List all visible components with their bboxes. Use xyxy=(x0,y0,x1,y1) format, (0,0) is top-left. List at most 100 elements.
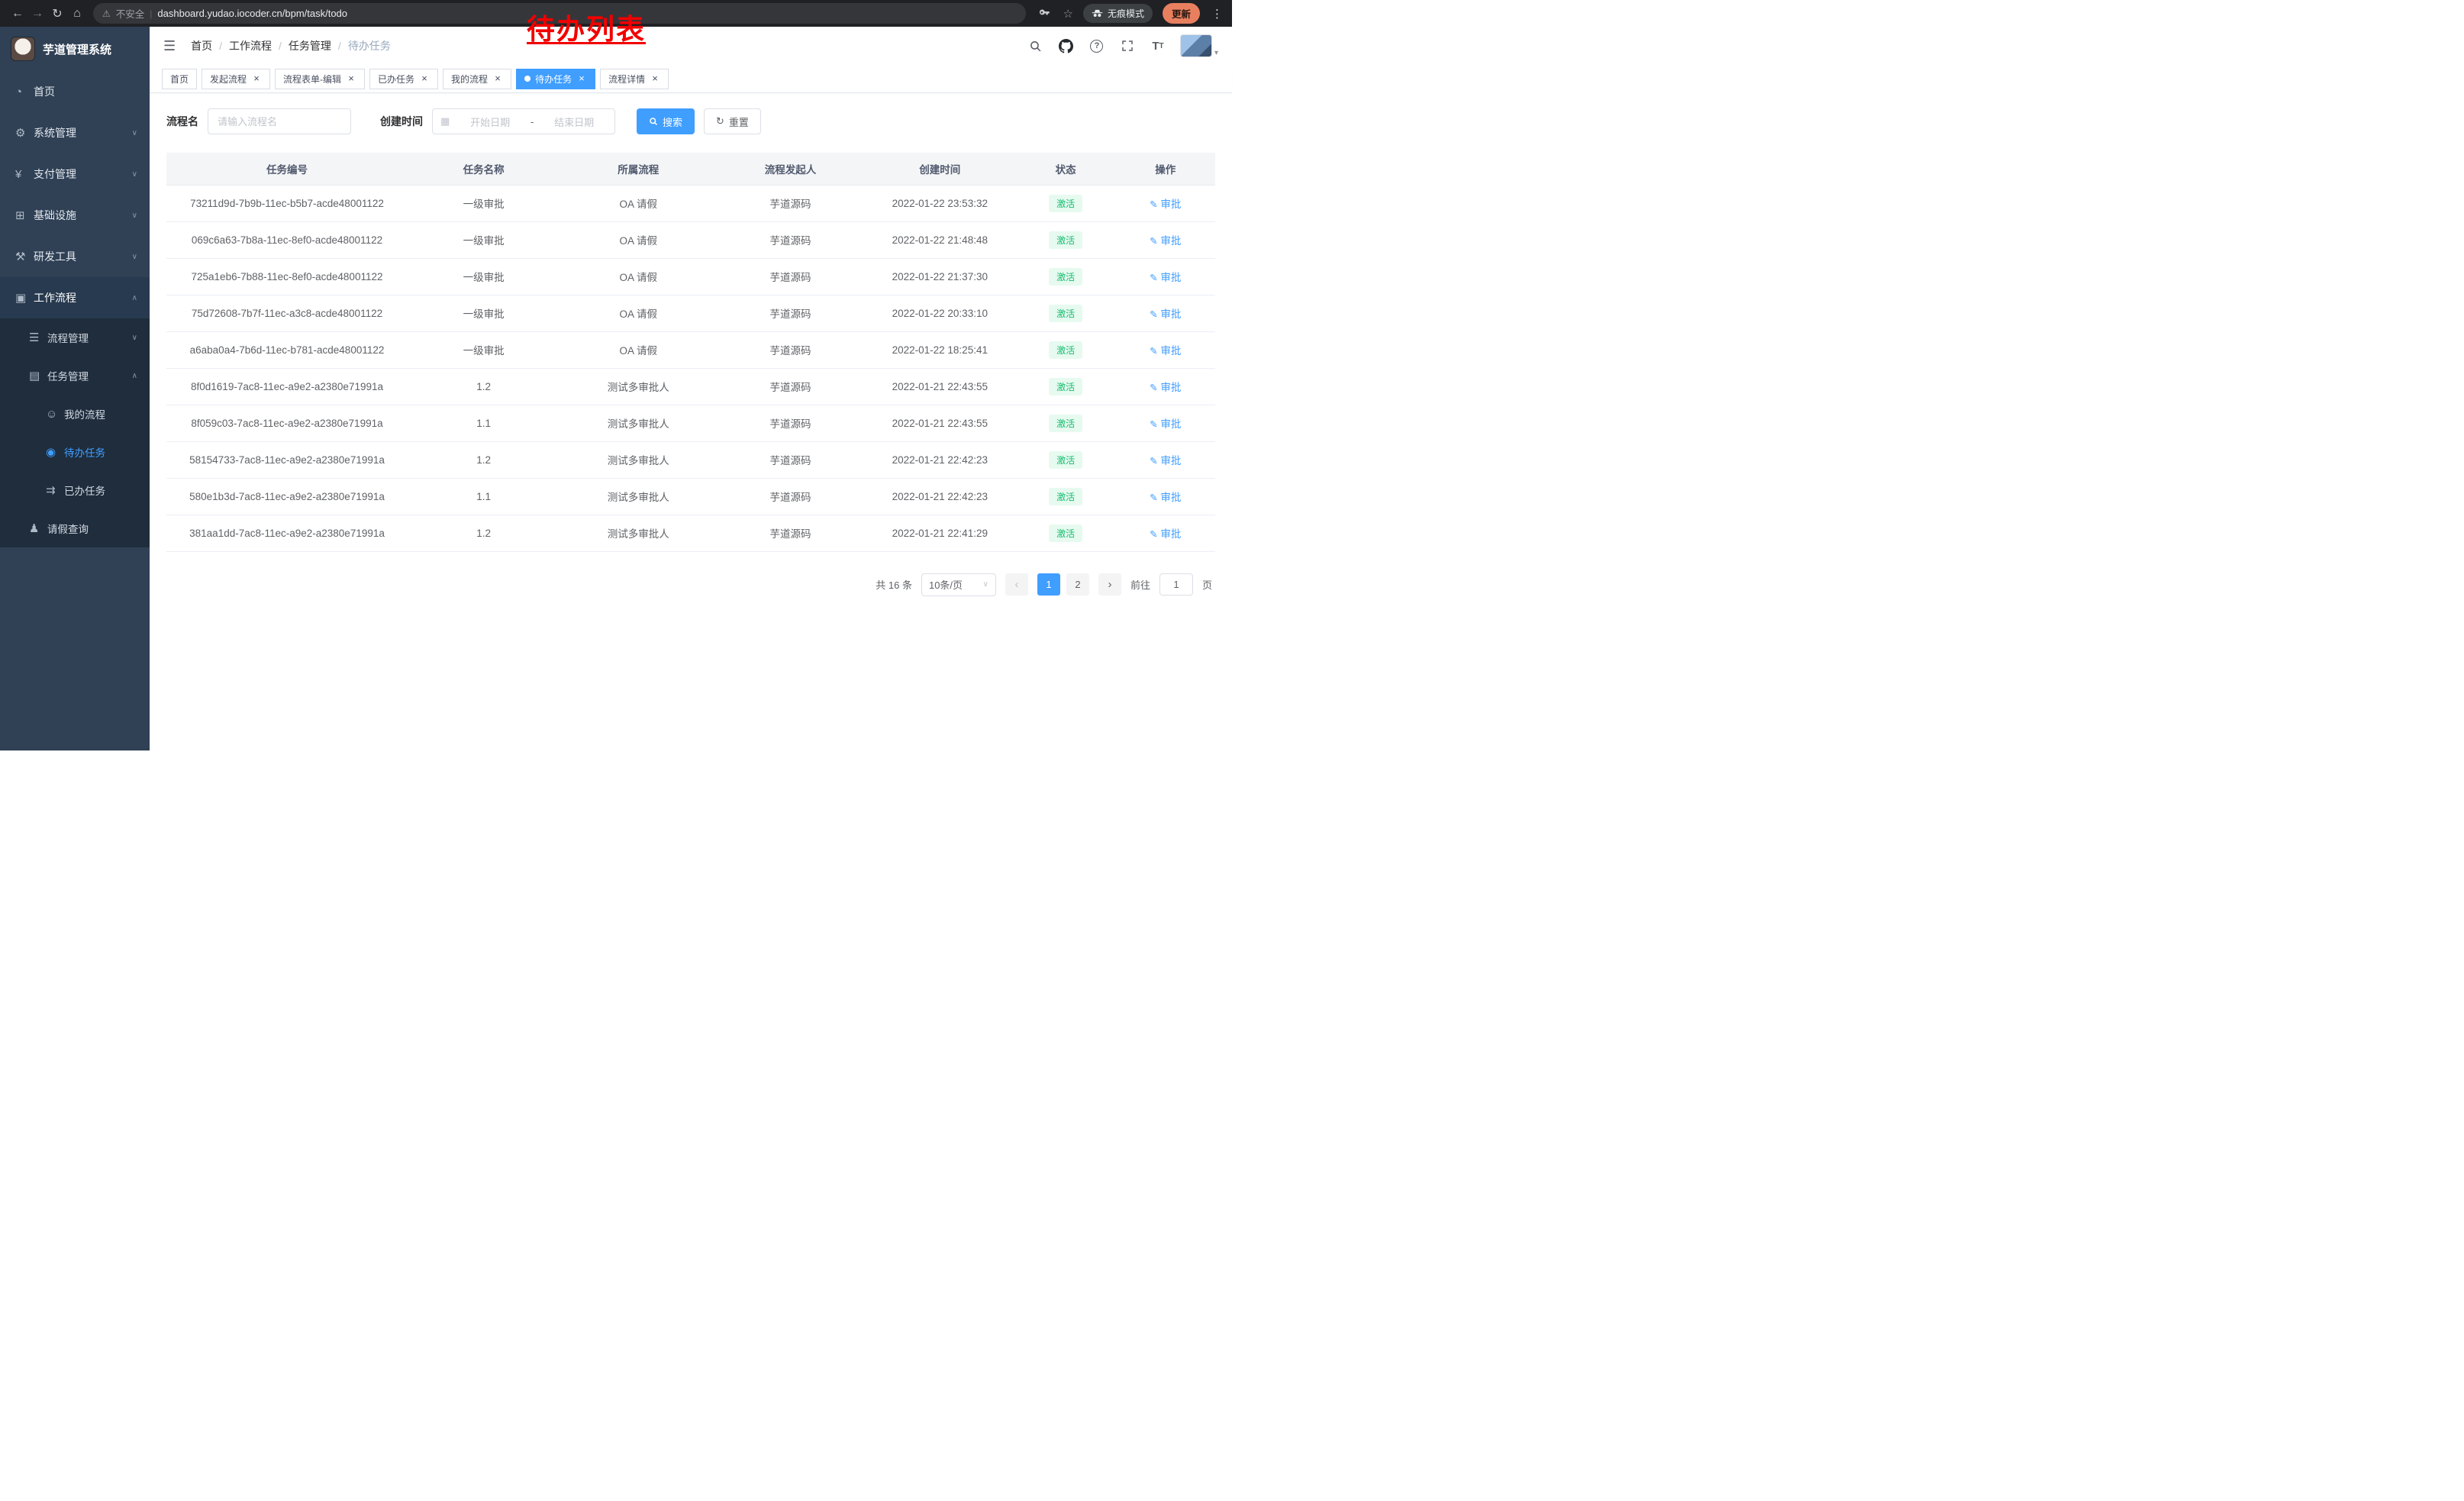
search-icon[interactable] xyxy=(1027,37,1044,54)
page-content: 流程名 创建时间 ▦ 开始日期 - 结束日期 搜索 ↻ 重置 xyxy=(150,93,1232,750)
tab-close-icon[interactable]: × xyxy=(492,73,503,84)
workflow-submenu: ☰ 流程管理 ∨ ▤ 任务管理 ∧ ☺ 我的流程 ◉ 待办任务 xyxy=(0,318,150,547)
top-navbar: ☰ 首页 / 工作流程 / 任务管理 / 待办任务 ? xyxy=(150,27,1232,65)
search-button[interactable]: 搜索 xyxy=(637,108,695,134)
tab-label: 流程详情 xyxy=(608,73,645,86)
process-name-input[interactable] xyxy=(208,108,351,134)
start-date-placeholder: 开始日期 xyxy=(457,115,523,129)
browser-menu-icon[interactable]: ⋮ xyxy=(1210,7,1224,21)
edit-icon: ✎ xyxy=(1150,273,1157,283)
reset-button[interactable]: ↻ 重置 xyxy=(704,108,761,134)
home-icon[interactable]: ⌂ xyxy=(67,4,87,24)
sidebar-item-home[interactable]: ◔ 首页 xyxy=(0,71,150,112)
approve-link[interactable]: ✎ 审批 xyxy=(1150,272,1181,283)
tab-首页[interactable]: 首页 xyxy=(162,69,197,89)
breadcrumb-item-current: 待办任务 xyxy=(348,38,391,53)
tab-close-icon[interactable]: × xyxy=(576,73,587,84)
sidebar-item-system[interactable]: ⚙ 系统管理 ∨ xyxy=(0,112,150,153)
sidebar-menu: ◔ 首页 ⚙ 系统管理 ∨ ¥ 支付管理 ∨ ⊞ 基础设施 ∨ ⚒ 研发工具 ∨ xyxy=(0,71,150,750)
task-id: 8f059c03-7ac8-11ec-a9e2-a2380e71991a xyxy=(166,405,408,441)
fullscreen-icon[interactable] xyxy=(1119,37,1136,54)
collapse-menu-icon[interactable]: ☰ xyxy=(163,38,176,54)
help-icon[interactable]: ? xyxy=(1088,37,1105,54)
tab-label: 我的流程 xyxy=(451,73,488,86)
approve-link[interactable]: ✎ 审批 xyxy=(1150,492,1181,503)
task-name: 一级审批 xyxy=(408,185,560,221)
breadcrumb: 首页 / 工作流程 / 任务管理 / 待办任务 xyxy=(191,38,391,53)
initiator: 芋道源码 xyxy=(717,221,863,258)
next-page-button[interactable]: › xyxy=(1098,573,1121,596)
process-name: OA 请假 xyxy=(560,258,717,295)
sidebar-item-infra[interactable]: ⊞ 基础设施 ∨ xyxy=(0,195,150,236)
approve-link[interactable]: ✎ 审批 xyxy=(1150,308,1181,320)
sidebar-item-label: 研发工具 xyxy=(34,249,76,264)
breadcrumb-item[interactable]: 首页 xyxy=(191,38,212,53)
column-header: 任务名称 xyxy=(408,153,560,185)
process-name-label: 流程名 xyxy=(166,114,198,129)
tab-我的流程[interactable]: 我的流程 × xyxy=(443,69,511,89)
task-name: 1.1 xyxy=(408,478,560,515)
breadcrumb-separator: / xyxy=(338,40,341,52)
sidebar-item-todo-task[interactable]: ◉ 待办任务 xyxy=(0,433,150,471)
tab-已办任务[interactable]: 已办任务× xyxy=(369,69,438,89)
prev-page-button[interactable]: ‹ xyxy=(1005,573,1028,596)
page-button-2[interactable]: 2 xyxy=(1066,573,1089,596)
table-header-row: 任务编号任务名称所属流程流程发起人创建时间状态操作 xyxy=(166,153,1215,185)
sidebar-item-done-task[interactable]: ⇉ 已办任务 xyxy=(0,471,150,509)
tab-close-icon[interactable]: × xyxy=(346,73,356,84)
table-row: a6aba0a4-7b6d-11ec-b781-acde48001122一级审批… xyxy=(166,331,1215,368)
approve-link[interactable]: ✎ 审批 xyxy=(1150,528,1181,540)
user-icon: ♟ xyxy=(29,521,47,535)
active-tab-dot xyxy=(524,76,531,82)
approve-link[interactable]: ✎ 审批 xyxy=(1150,455,1181,466)
tab-流程表单-编辑[interactable]: 流程表单-编辑× xyxy=(275,69,365,89)
sidebar-item-leave-query[interactable]: ♟ 请假查询 xyxy=(0,509,150,547)
sidebar-item-task-mgmt[interactable]: ▤ 任务管理 ∧ xyxy=(0,357,150,395)
page-button-1[interactable]: 1 xyxy=(1037,573,1060,596)
table-row: 381aa1dd-7ac8-11ec-a9e2-a2380e71991a1.2测… xyxy=(166,515,1215,551)
github-icon[interactable] xyxy=(1058,37,1075,54)
address-bar[interactable]: ⚠ 不安全 | dashboard.yudao.iocoder.cn/bpm/t… xyxy=(93,3,1026,24)
column-header: 操作 xyxy=(1115,153,1215,185)
approve-link[interactable]: ✎ 审批 xyxy=(1150,199,1181,210)
app-logo[interactable]: 芋道管理系统 xyxy=(0,27,150,71)
tools-icon: ⚒ xyxy=(15,250,34,263)
breadcrumb-item[interactable]: 工作流程 xyxy=(229,38,272,53)
back-icon[interactable]: ← xyxy=(8,4,27,24)
tab-close-icon[interactable]: × xyxy=(419,73,430,84)
sidebar-item-payment[interactable]: ¥ 支付管理 ∨ xyxy=(0,153,150,195)
tab-close-icon[interactable]: × xyxy=(650,73,660,84)
sidebar-item-my-process[interactable]: ☺ 我的流程 xyxy=(0,395,150,433)
tab-close-icon[interactable]: × xyxy=(251,73,262,84)
task-name: 一级审批 xyxy=(408,295,560,331)
goto-page-input[interactable] xyxy=(1159,573,1193,596)
user-menu[interactable]: ▾ xyxy=(1180,34,1218,57)
breadcrumb-item[interactable]: 任务管理 xyxy=(289,38,331,53)
date-range-picker[interactable]: ▦ 开始日期 - 结束日期 xyxy=(432,108,615,134)
sidebar-item-workflow[interactable]: ▣ 工作流程 ∧ xyxy=(0,277,150,318)
update-button[interactable]: 更新 xyxy=(1163,3,1200,24)
approve-link[interactable]: ✎ 审批 xyxy=(1150,418,1181,430)
tab-待办任务[interactable]: 待办任务× xyxy=(516,69,595,89)
clipboard-icon: ▤ xyxy=(29,369,47,383)
app-title: 芋道管理系统 xyxy=(43,41,111,57)
table-row: 580e1b3d-7ac8-11ec-a9e2-a2380e71991a1.1测… xyxy=(166,478,1215,515)
approve-link[interactable]: ✎ 审批 xyxy=(1150,382,1181,393)
sidebar-item-devtools[interactable]: ⚒ 研发工具 ∨ xyxy=(0,236,150,277)
incognito-label: 无痕模式 xyxy=(1108,7,1144,20)
tab-流程详情[interactable]: 流程详情 × xyxy=(600,69,669,89)
font-size-icon[interactable]: TT xyxy=(1150,37,1166,54)
sidebar-item-process-mgmt[interactable]: ☰ 流程管理 ∨ xyxy=(0,318,150,357)
chevron-down-icon: ∨ xyxy=(132,334,137,342)
page-size-select[interactable]: 10条/页 ∨ xyxy=(921,573,996,596)
approve-link[interactable]: ✎ 审批 xyxy=(1150,235,1181,247)
key-icon[interactable] xyxy=(1037,5,1053,22)
approve-link[interactable]: ✎ 审批 xyxy=(1150,345,1181,357)
edit-icon: ✎ xyxy=(1150,492,1157,503)
bookmark-star-icon[interactable]: ☆ xyxy=(1063,7,1073,21)
tab-发起流程[interactable]: 发起流程× xyxy=(202,69,270,89)
forward-icon[interactable]: → xyxy=(27,4,47,24)
gear-icon: ⚙ xyxy=(15,126,34,140)
reload-icon[interactable]: ↻ xyxy=(47,4,67,24)
create-time: 2022-01-21 22:42:23 xyxy=(864,478,1016,515)
